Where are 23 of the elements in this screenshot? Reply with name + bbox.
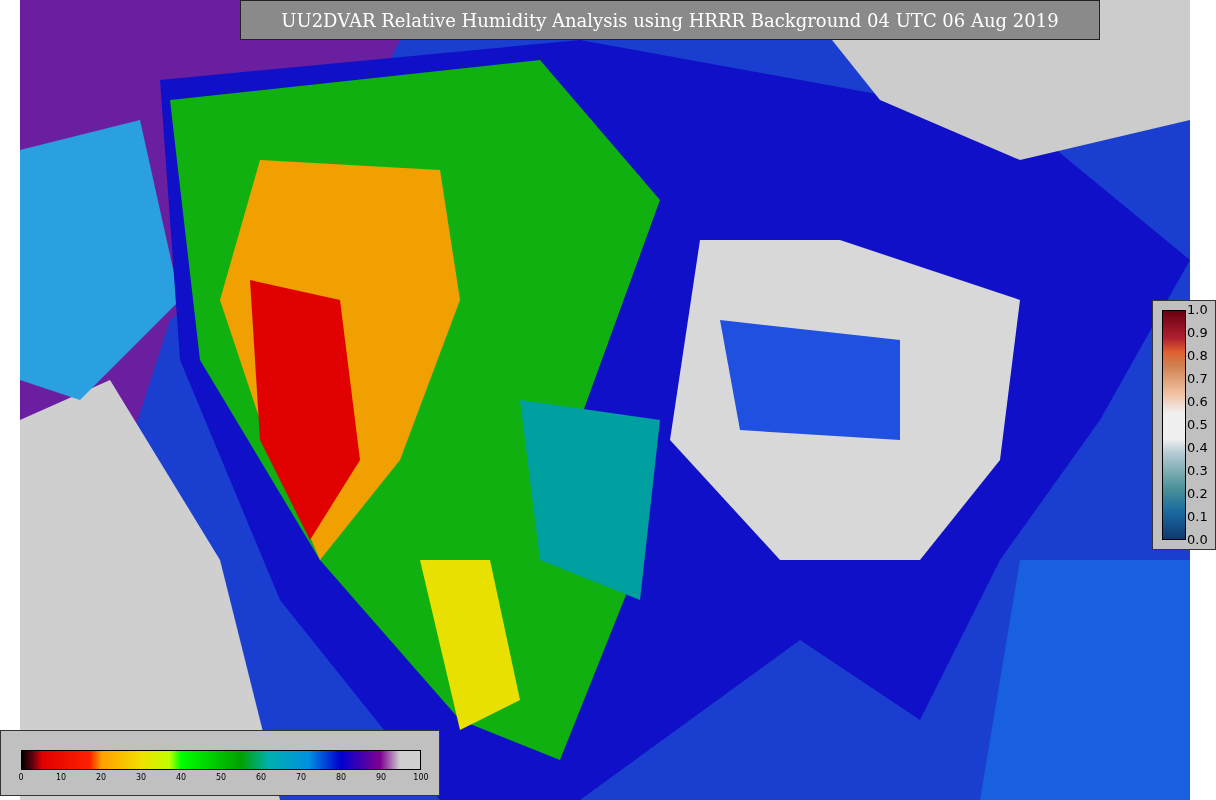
tick-label: 10 xyxy=(54,773,68,782)
tick-label: 50 xyxy=(214,773,228,782)
map-title: UU2DVAR Relative Humidity Analysis using HRRR Background 04 UTC 06 Aug 2019 xyxy=(240,0,1100,40)
tick-label: 60 xyxy=(254,773,268,782)
tick-label: 0 xyxy=(17,773,25,782)
tick-label: 0.9 xyxy=(1187,324,1208,342)
tick-label: 90 xyxy=(374,773,388,782)
tick-label: 70 xyxy=(294,773,308,782)
tick-label: 0.1 xyxy=(1187,508,1208,526)
tick-label: 100 xyxy=(412,773,430,782)
tick-label: 20 xyxy=(94,773,108,782)
tick-label: 0.6 xyxy=(1187,393,1208,411)
tick-label: 0.3 xyxy=(1187,462,1208,480)
tick-label: 40 xyxy=(174,773,188,782)
tick-label: 0.8 xyxy=(1187,347,1208,365)
tick-label: 0.4 xyxy=(1187,439,1208,457)
tick-label: 0.7 xyxy=(1187,370,1208,388)
tick-label: 0.5 xyxy=(1187,416,1208,434)
tick-label: 0.2 xyxy=(1187,485,1208,503)
tick-label: 0.0 xyxy=(1187,531,1208,549)
tick-label: 30 xyxy=(134,773,148,782)
tick-label: 80 xyxy=(334,773,348,782)
tick-label: 1.0 xyxy=(1187,301,1208,319)
